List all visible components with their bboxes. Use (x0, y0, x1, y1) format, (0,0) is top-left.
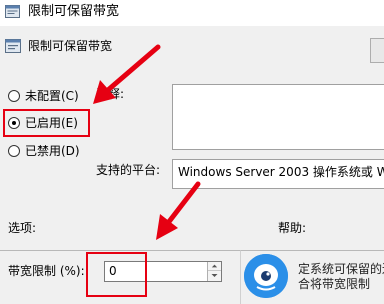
previous-setting-button[interactable] (370, 38, 384, 63)
radio-not-configured[interactable]: 未配置(C) (8, 88, 88, 104)
supported-platforms-text: Windows Server 2003 操作系统或 Wind (178, 165, 384, 179)
window-title: 限制可保留带宽 (28, 4, 120, 19)
radio-disabled[interactable]: 已禁用(D) (8, 143, 88, 159)
options-section-label: 选项: (8, 221, 37, 235)
spinner (207, 262, 221, 281)
comment-textarea[interactable] (172, 84, 384, 150)
bandwidth-limit-label: 带宽限制 (%): (8, 264, 85, 278)
supported-platforms-field: Windows Server 2003 操作系统或 Wind (172, 159, 384, 189)
radio-label: 已禁用(D) (25, 144, 80, 158)
assistant-widget[interactable] (244, 254, 288, 298)
spin-down-icon[interactable] (208, 271, 221, 280)
spin-up-icon[interactable] (208, 262, 221, 271)
radio-circle (8, 90, 20, 102)
assistant-eye-icon (244, 254, 288, 298)
radio-circle (8, 145, 20, 157)
help-section-label: 帮助: (278, 221, 307, 235)
policy-window-icon (5, 5, 20, 18)
radio-label: 未配置(C) (25, 89, 79, 103)
comment-label: 注释: (96, 87, 125, 101)
help-text-line: 定系统可保留的连 (298, 262, 384, 276)
help-text: 定系统可保留的连 合将带宽限制 (298, 262, 384, 292)
supported-platforms-label: 支持的平台: (96, 163, 161, 177)
policy-name: 限制可保留带宽 (28, 39, 113, 53)
highlight-box-enabled (3, 109, 90, 137)
policy-setting-icon (5, 39, 21, 53)
highlight-box-value (86, 252, 147, 297)
help-text-line: 合将带宽限制 (298, 277, 371, 291)
arrow-to-value (156, 181, 201, 240)
